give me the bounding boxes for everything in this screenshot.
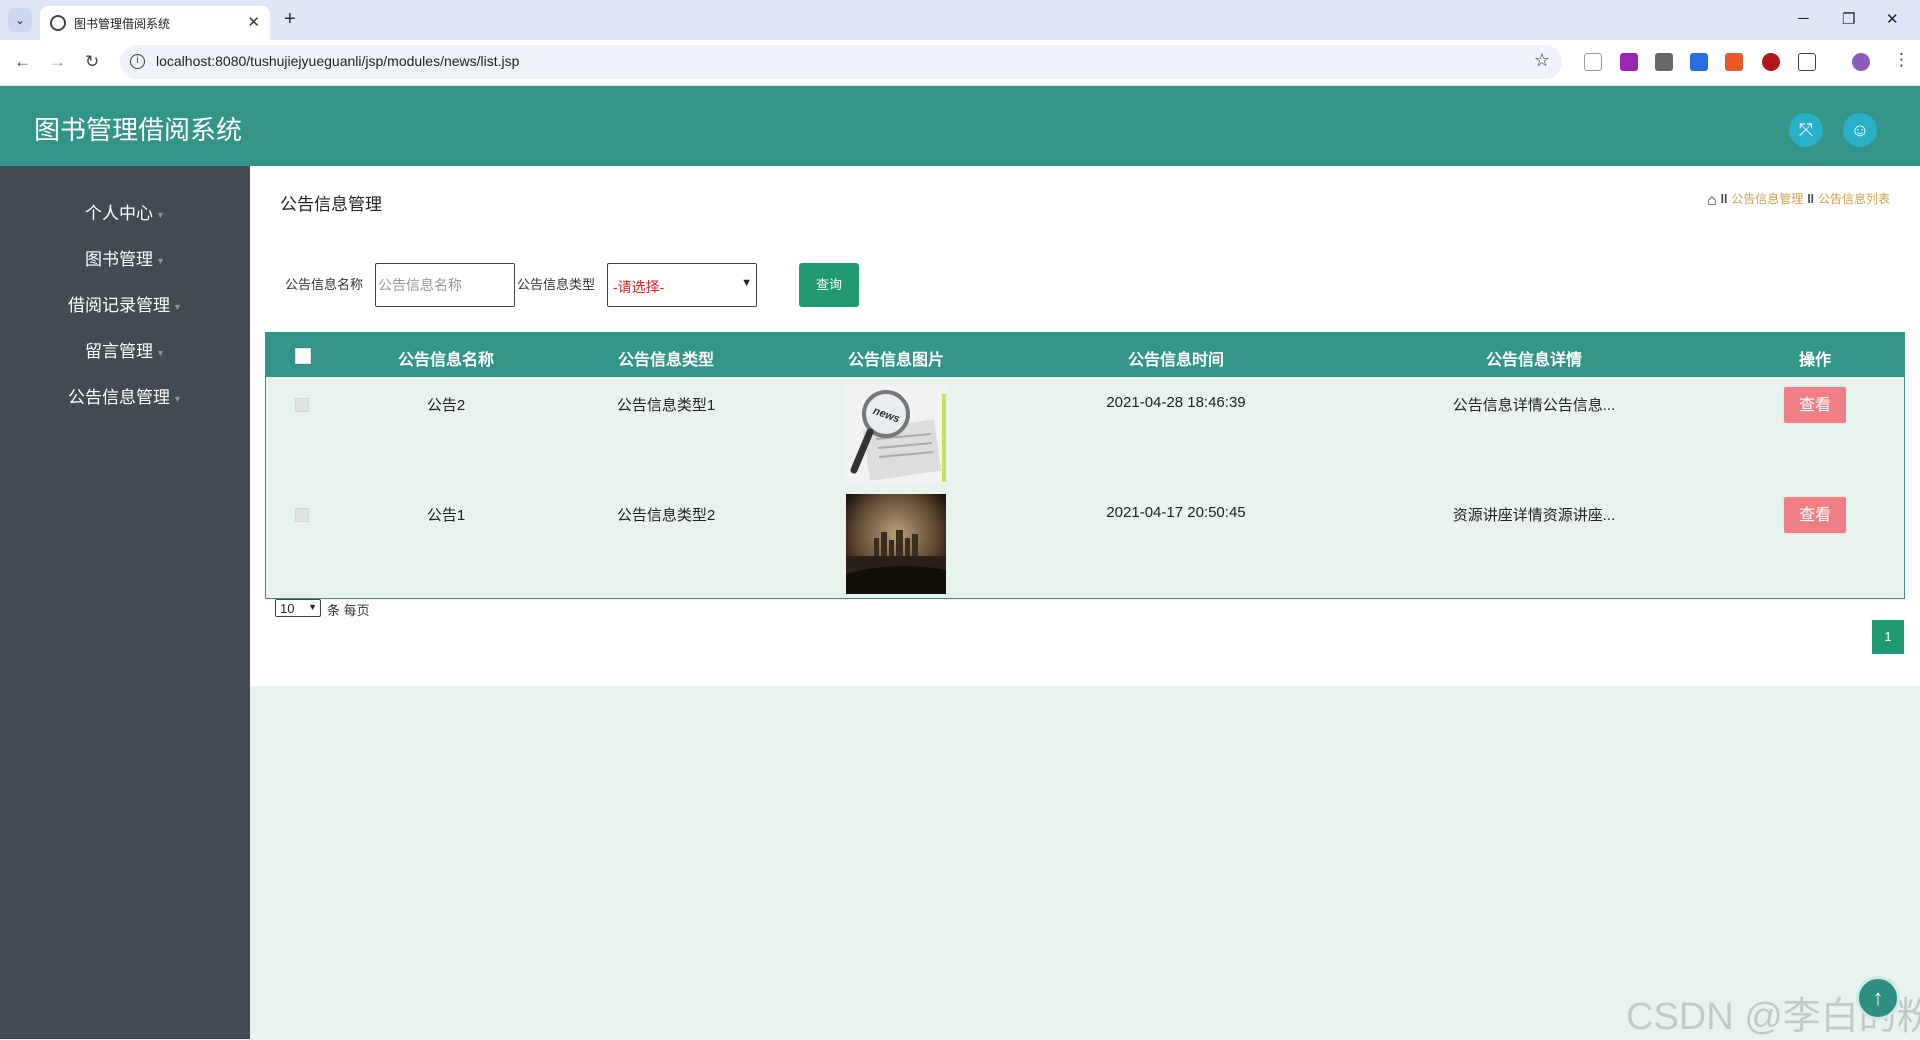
news-magnifier-thumbnail: news bbox=[846, 384, 946, 484]
name-search-input[interactable] bbox=[375, 263, 515, 307]
row-checkbox[interactable] bbox=[295, 398, 309, 412]
browser-tab[interactable]: 图书管理借阅系统 ✕ bbox=[40, 6, 270, 40]
tab-search-chevron-icon[interactable]: ⌄ bbox=[8, 8, 32, 32]
browser-toolbar: ← → ↻ i localhost:8080/tushujiejyueguanl… bbox=[0, 40, 1920, 86]
column-header-image: 公告信息图片 bbox=[847, 352, 944, 369]
cell-name: 公告2 bbox=[426, 397, 466, 414]
minimize-icon[interactable]: ─ bbox=[1798, 10, 1809, 27]
chevron-down-icon: ▼ bbox=[741, 277, 752, 289]
main-content: 公告信息管理 ⌂ll公告信息管理ll公告信息列表 公告信息名称 公告信息类型 -… bbox=[250, 166, 1920, 686]
app-title: 图书管理借阅系统 bbox=[34, 115, 243, 145]
column-header-detail: 公告信息详情 bbox=[1485, 352, 1582, 369]
table-row: 公告2 公告信息类型1 news 2021-04-28 18:46:39 公告信… bbox=[266, 378, 1904, 488]
sidebar-item-books[interactable]: 图书管理 ▼ bbox=[0, 245, 250, 270]
window-close-icon[interactable]: ✕ bbox=[1886, 10, 1899, 28]
row-checkbox[interactable] bbox=[295, 508, 309, 522]
page-size-label: 条 每页 bbox=[327, 603, 370, 618]
caret-down-icon: ▼ bbox=[156, 209, 165, 220]
notice-table: 公告信息名称 公告信息类型 公告信息图片 公告信息时间 公告信息详情 操作 公告… bbox=[265, 332, 1905, 599]
extension-flame-icon[interactable] bbox=[1725, 53, 1743, 71]
url-text: localhost:8080/tushujiejyueguanli/jsp/mo… bbox=[156, 53, 520, 69]
column-header-type: 公告信息类型 bbox=[617, 352, 714, 369]
breadcrumb-item[interactable]: 公告信息管理 bbox=[1731, 192, 1803, 206]
cell-type: 公告信息类型2 bbox=[616, 507, 716, 524]
back-arrow-icon[interactable]: ← bbox=[14, 52, 31, 72]
breadcrumb-item-current: 公告信息列表 bbox=[1817, 192, 1890, 206]
caret-down-icon: ▼ bbox=[156, 255, 165, 266]
browser-menu-icon[interactable]: ⋮ bbox=[1893, 50, 1910, 70]
page-number-button[interactable]: 1 bbox=[1872, 620, 1904, 654]
new-tab-icon[interactable]: + bbox=[284, 8, 296, 31]
back-to-top-icon[interactable]: ↑ bbox=[1856, 976, 1900, 1020]
caret-down-icon: ▼ bbox=[173, 301, 182, 312]
column-header-action: 操作 bbox=[1798, 352, 1831, 369]
type-select[interactable]: -请选择- ▼ bbox=[607, 263, 757, 307]
tab-close-icon[interactable]: ✕ bbox=[247, 13, 260, 31]
page-size-value: 10 bbox=[280, 601, 295, 616]
type-select-value: -请选择- bbox=[613, 279, 665, 295]
caret-down-icon: ▼ bbox=[173, 393, 182, 404]
browser-tab-bar: ⌄ 图书管理借阅系统 ✕ + ─ ❐ ✕ bbox=[0, 0, 1920, 40]
sidebar-item-borrow-records[interactable]: 借阅记录管理 ▼ bbox=[0, 291, 250, 316]
site-info-icon[interactable]: i bbox=[130, 54, 145, 69]
query-button[interactable]: 查询 bbox=[799, 263, 859, 307]
cell-time: 2021-04-17 20:50:45 bbox=[1106, 504, 1246, 521]
extension-cursor-icon[interactable] bbox=[1584, 53, 1602, 71]
caret-down-icon: ▼ bbox=[156, 347, 165, 358]
home-icon[interactable]: ⌂ bbox=[1707, 192, 1717, 209]
sidebar-item-notices[interactable]: 公告信息管理 ▼ bbox=[0, 383, 250, 408]
bookmark-star-icon[interactable]: ☆ bbox=[1534, 50, 1550, 71]
site-favicon-icon bbox=[50, 15, 66, 31]
forward-arrow-icon[interactable]: → bbox=[49, 52, 66, 72]
user-icon[interactable]: ☺ bbox=[1843, 113, 1877, 147]
app-header: 图书管理借阅系统 ⤧ ☺ bbox=[0, 86, 1920, 166]
city-skyline-thumbnail bbox=[846, 494, 946, 594]
cell-detail: 资源讲座详情资源讲座... bbox=[1452, 507, 1616, 524]
sidebar-item-personal-center[interactable]: 个人中心 ▼ bbox=[0, 199, 250, 224]
page-title: 公告信息管理 bbox=[280, 195, 382, 214]
name-label: 公告信息名称 bbox=[285, 277, 364, 292]
address-bar[interactable]: i localhost:8080/tushujiejyueguanli/jsp/… bbox=[120, 45, 1562, 79]
select-all-checkbox[interactable] bbox=[295, 348, 311, 364]
cell-type: 公告信息类型1 bbox=[616, 397, 716, 414]
column-header-name: 公告信息名称 bbox=[397, 352, 494, 369]
extension-ublock-icon[interactable] bbox=[1762, 53, 1780, 71]
column-header-time: 公告信息时间 bbox=[1127, 352, 1224, 369]
page-size-select[interactable]: 10 ▼ bbox=[275, 599, 321, 617]
table-row: 公告1 公告信息类型2 2021-04-17 20:50:45 资源讲座详情资源… bbox=[266, 488, 1904, 598]
cell-name: 公告1 bbox=[426, 507, 466, 524]
view-button[interactable]: 查看 bbox=[1783, 496, 1847, 534]
chevron-down-icon: ▼ bbox=[308, 602, 317, 612]
sidebar-item-messages[interactable]: 留言管理 ▼ bbox=[0, 337, 250, 362]
fullscreen-icon[interactable]: ⤧ bbox=[1789, 113, 1823, 147]
tab-title: 图书管理借阅系统 bbox=[74, 17, 171, 31]
restore-icon[interactable]: ❐ bbox=[1842, 10, 1855, 28]
table-header: 公告信息名称 公告信息类型 公告信息图片 公告信息时间 公告信息详情 操作 bbox=[266, 333, 1904, 377]
reload-icon[interactable]: ↻ bbox=[85, 52, 99, 72]
cell-time: 2021-04-28 18:46:39 bbox=[1106, 394, 1246, 411]
cell-detail: 公告信息详情公告信息... bbox=[1452, 397, 1616, 414]
profile-avatar-icon[interactable] bbox=[1852, 53, 1870, 71]
extensions-puzzle-icon[interactable] bbox=[1798, 53, 1816, 71]
extension-gamepad-icon[interactable] bbox=[1655, 53, 1673, 71]
sidebar: 个人中心 ▼ 图书管理 ▼ 借阅记录管理 ▼ 留言管理 ▼ 公告信息管理 ▼ bbox=[0, 166, 250, 1039]
breadcrumb: ⌂ ll 公告信息管理 ll 公告信息列表 bbox=[1706, 192, 1890, 209]
view-button[interactable]: 查看 bbox=[1783, 386, 1847, 424]
extension-layers-icon[interactable] bbox=[1690, 53, 1708, 71]
type-label: 公告信息类型 bbox=[517, 277, 596, 292]
extension-jetbrains-icon[interactable] bbox=[1620, 53, 1638, 71]
